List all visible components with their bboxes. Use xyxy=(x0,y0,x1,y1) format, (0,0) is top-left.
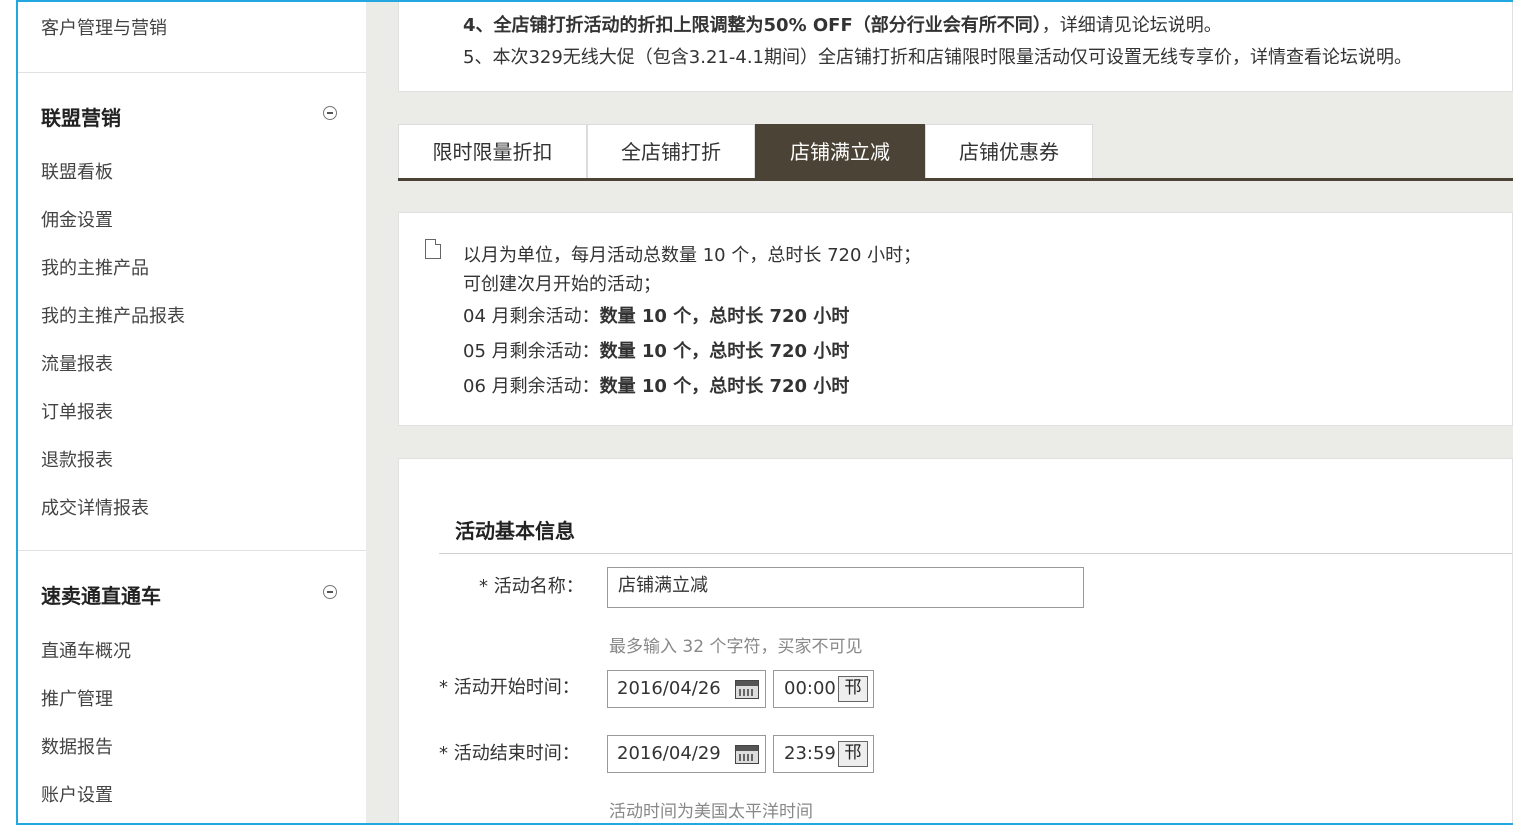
activity-name-hint: 最多输入 32 个字符，买家不可见 xyxy=(609,637,863,657)
quota-month-05: 05 月剩余活动：数量 10 个，总时长 720 小时 xyxy=(463,337,849,363)
quota-month-hours: 总时长 720 小时 xyxy=(709,376,850,397)
form-section-title: 活动基本信息 xyxy=(455,519,575,543)
end-time-input[interactable]: 23:59 邗 xyxy=(773,735,874,773)
document-icon xyxy=(425,239,441,259)
end-date-value: 2016/04/29 xyxy=(617,743,721,764)
sidebar: 客户管理与营销 联盟营销 联盟看板 佣金设置 我的主推产品 我的主推产品报表 流… xyxy=(18,2,367,823)
start-time-input[interactable]: 00:00 邗 xyxy=(773,670,874,708)
notice-line-5: 5、本次329无线大促（包含3.21-4.1期间）全店铺打折和店铺限时限量活动仅… xyxy=(463,47,1413,68)
tab-store-discount[interactable]: 全店铺打折 xyxy=(587,124,755,178)
end-date-input[interactable]: 2016/04/29 xyxy=(607,735,766,773)
form-panel: 活动基本信息 * 活动名称： 店铺满立减 最多输入 32 个字符，买家不可见 *… xyxy=(398,458,1513,823)
sidebar-item[interactable]: 数据报告 xyxy=(41,733,113,759)
tab-bar: 限时限量折扣 全店铺打折 店铺满立减 店铺优惠券 xyxy=(398,124,1513,181)
quota-line-2: 可创建次月开始的活动； xyxy=(463,274,661,295)
sidebar-section-p4p[interactable]: 速卖通直通车 xyxy=(41,580,161,609)
sidebar-item[interactable]: 退款报表 xyxy=(41,446,113,472)
quota-line-1: 以月为单位，每月活动总数量 10 个，总时长 720 小时； xyxy=(463,245,922,266)
calendar-icon[interactable] xyxy=(735,680,759,699)
main-content: 4、全店铺打折活动的折扣上限调整为50% OFF（部分行业会有所不同），详细请见… xyxy=(366,2,1513,823)
time-zone-hint: 活动时间为美国太平洋时间 xyxy=(609,802,813,822)
sidebar-item[interactable]: 账户设置 xyxy=(41,781,113,807)
quota-month-count: 数量 10 个， xyxy=(599,376,710,397)
quota-month-hours: 总时长 720 小时 xyxy=(709,341,850,362)
collapse-icon[interactable] xyxy=(323,585,337,599)
collapse-icon[interactable] xyxy=(323,106,337,120)
tab-limited-discount[interactable]: 限时限量折扣 xyxy=(398,124,587,178)
start-date-input[interactable]: 2016/04/26 xyxy=(607,670,766,708)
sidebar-divider xyxy=(18,72,366,73)
start-date-value: 2016/04/26 xyxy=(617,678,721,699)
notice-panel: 4、全店铺打折活动的折扣上限调整为50% OFF（部分行业会有所不同），详细请见… xyxy=(398,2,1513,92)
sidebar-item[interactable]: 联盟看板 xyxy=(41,158,113,184)
start-time-value: 00:00 xyxy=(784,678,836,699)
time-picker-button[interactable]: 邗 xyxy=(838,741,868,767)
tab-store-full-reduction[interactable]: 店铺满立减 xyxy=(755,124,925,178)
activity-name-label: * 活动名称： xyxy=(479,576,584,597)
notice-line-4: 4、全店铺打折活动的折扣上限调整为50% OFF（部分行业会有所不同），详细请见… xyxy=(463,11,1222,37)
sidebar-item[interactable]: 流量报表 xyxy=(41,350,113,376)
form-divider xyxy=(439,553,1512,554)
quota-panel: 以月为单位，每月活动总数量 10 个，总时长 720 小时； 可创建次月开始的活… xyxy=(398,212,1513,426)
app-frame: 客户管理与营销 联盟营销 联盟看板 佣金设置 我的主推产品 我的主推产品报表 流… xyxy=(16,0,1513,825)
sidebar-divider xyxy=(18,550,366,551)
quota-month-count: 数量 10 个， xyxy=(599,306,710,327)
quota-month-04: 04 月剩余活动：数量 10 个，总时长 720 小时 xyxy=(463,302,849,328)
quota-month-prefix: 04 月剩余活动： xyxy=(463,306,600,327)
end-time-value: 23:59 xyxy=(784,743,836,764)
sidebar-item[interactable]: 推广管理 xyxy=(41,685,113,711)
activity-name-input[interactable]: 店铺满立减 xyxy=(607,567,1084,608)
notice-line-4-bold: 4、全店铺打折活动的折扣上限调整为50% OFF（部分行业会有所不同） xyxy=(463,15,1042,36)
sidebar-item-customer-marketing[interactable]: 客户管理与营销 xyxy=(41,14,167,40)
time-picker-button[interactable]: 邗 xyxy=(838,676,868,702)
tab-store-coupon[interactable]: 店铺优惠券 xyxy=(925,124,1093,178)
notice-line-4-rest: ，详细请见论坛说明。 xyxy=(1041,15,1222,36)
sidebar-item[interactable]: 我的主推产品报表 xyxy=(41,302,185,328)
quota-month-count: 数量 10 个， xyxy=(599,341,710,362)
quota-month-prefix: 05 月剩余活动： xyxy=(463,341,600,362)
sidebar-item[interactable]: 订单报表 xyxy=(41,398,113,424)
quota-month-06: 06 月剩余活动：数量 10 个，总时长 720 小时 xyxy=(463,372,849,398)
sidebar-section-affiliate[interactable]: 联盟营销 xyxy=(41,102,121,131)
sidebar-item[interactable]: 佣金设置 xyxy=(41,206,113,232)
quota-month-prefix: 06 月剩余活动： xyxy=(463,376,600,397)
end-time-label: * 活动结束时间： xyxy=(439,743,580,764)
quota-month-hours: 总时长 720 小时 xyxy=(709,306,850,327)
start-time-label: * 活动开始时间： xyxy=(439,677,580,698)
sidebar-item[interactable]: 直通车概况 xyxy=(41,637,131,663)
sidebar-item[interactable]: 我的主推产品 xyxy=(41,254,149,280)
sidebar-item[interactable]: 成交详情报表 xyxy=(41,494,149,520)
calendar-icon[interactable] xyxy=(735,745,759,764)
